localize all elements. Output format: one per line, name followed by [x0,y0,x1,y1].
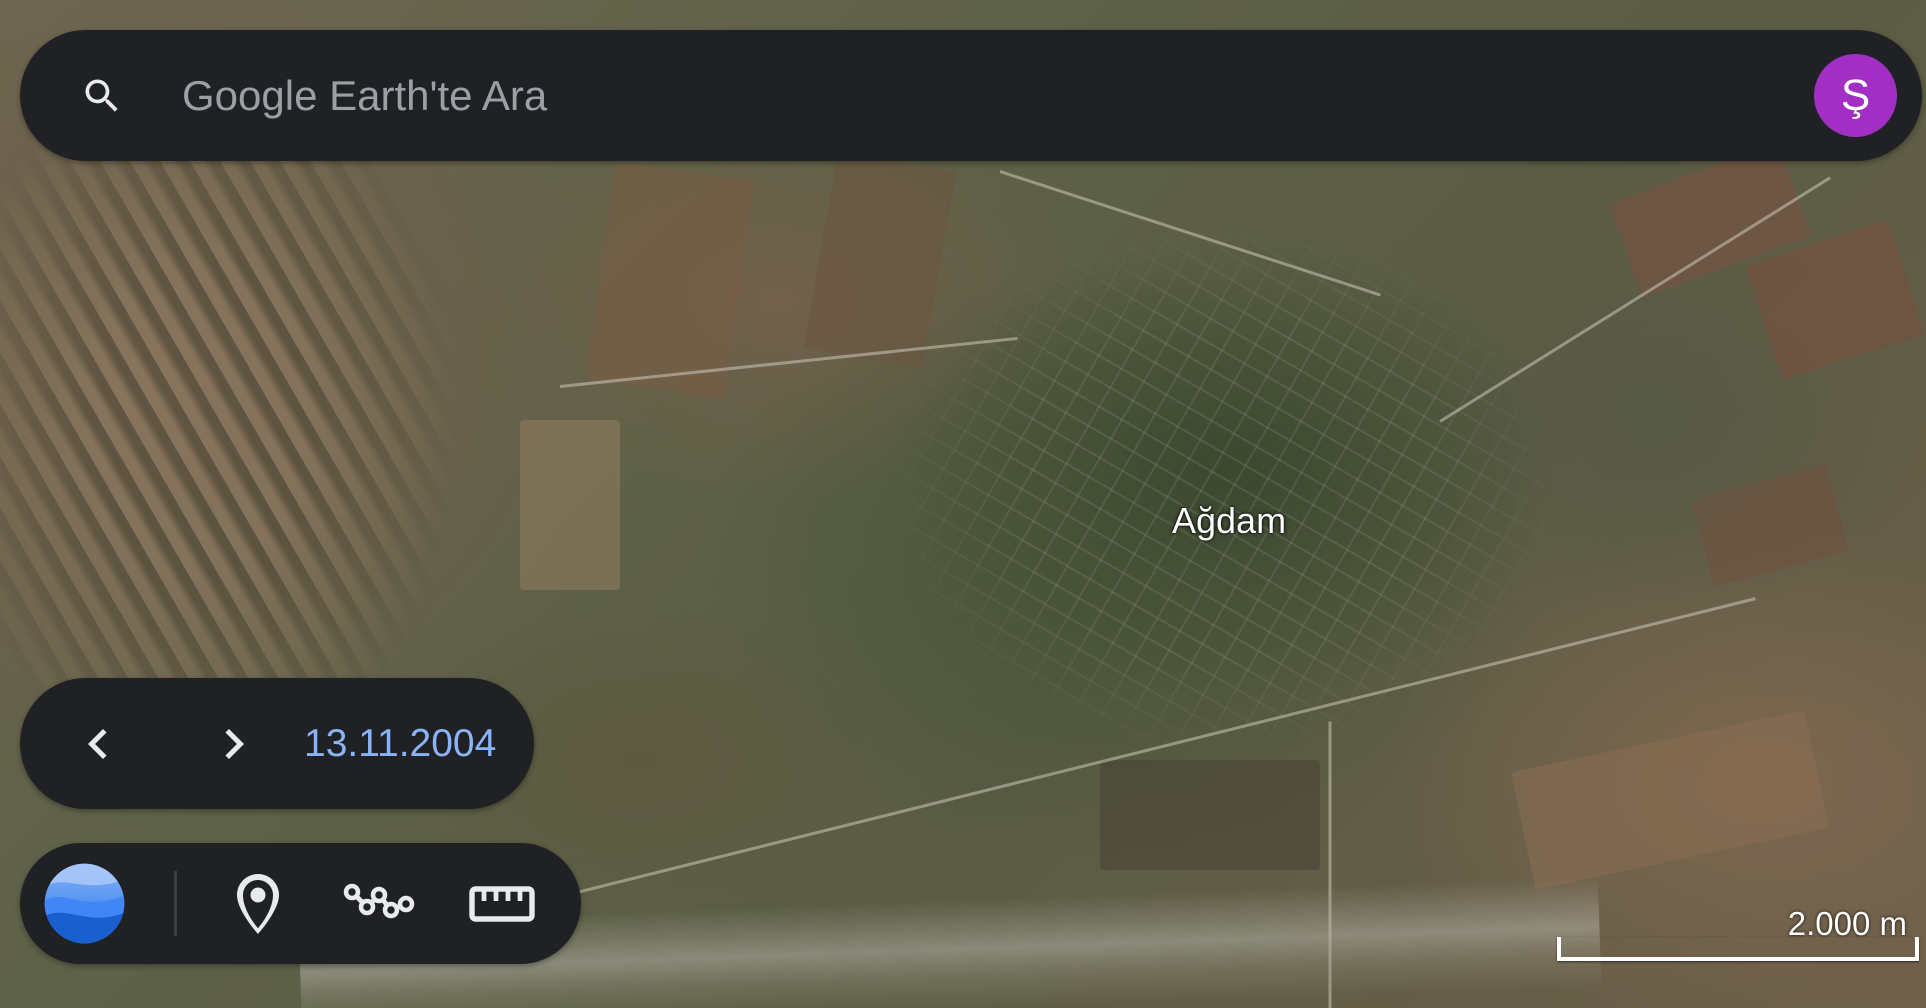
ruler-icon[interactable] [466,868,538,940]
farm-field [585,161,755,399]
account-avatar[interactable]: Ş [1814,54,1897,137]
map-pin-icon[interactable] [222,868,294,940]
bottom-toolbar [20,843,581,964]
chevron-left-icon[interactable] [68,714,128,774]
place-label: Ağdam [1172,500,1287,541]
search-icon[interactable] [80,74,124,118]
farm-field [803,151,957,369]
scale-bar: 2.000 m [1555,905,1921,965]
google-earth-screen: Google Earth'te Ara Ş Ağdam 13.11.2004 2… [0,0,1926,1008]
farm-field [1510,710,1830,890]
draw-path-icon[interactable] [343,868,415,940]
historical-imagery-panel: 13.11.2004 [20,678,534,809]
imagery-date[interactable]: 13.11.2004 [304,678,496,809]
google-earth-logo-icon[interactable] [43,862,126,945]
chevron-right-icon[interactable] [204,714,264,774]
toolbar-divider [174,871,177,936]
farm-field [1690,463,1850,587]
search-bar[interactable]: Google Earth'te Ara Ş [20,30,1922,161]
search-input[interactable]: Google Earth'te Ara [182,30,547,161]
farm-field [1100,760,1320,870]
scale-line [1557,937,1919,961]
farm-field [520,420,620,590]
